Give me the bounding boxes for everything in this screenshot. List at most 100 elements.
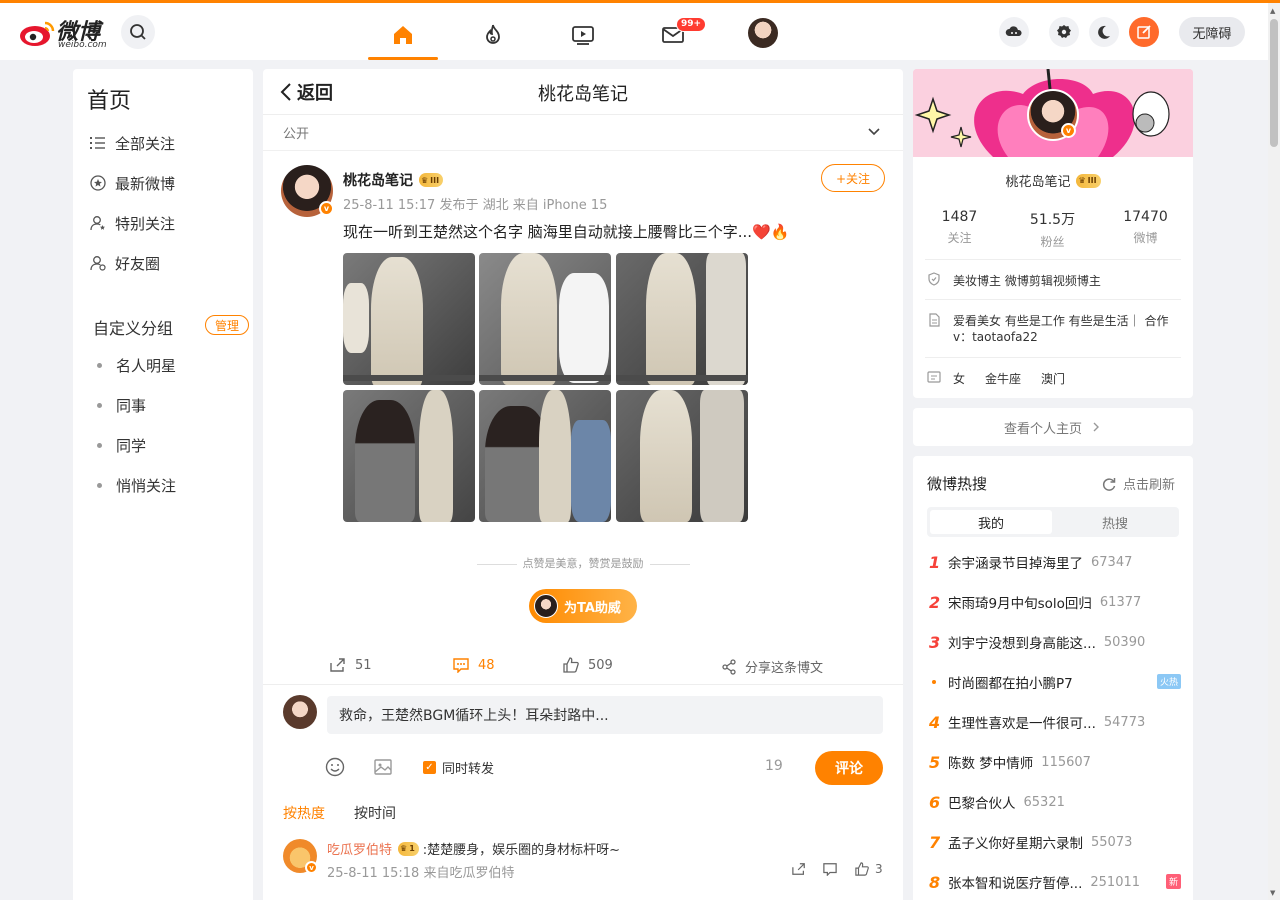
stat-posts[interactable]: 17470 微博 bbox=[1099, 209, 1192, 246]
hot-search-item[interactable]: 5 陈数 梦中情师 115607 bbox=[929, 750, 1181, 774]
comment-input[interactable]: 救命，王楚然BGM循环上头！耳朵封路中... bbox=[327, 696, 883, 734]
photo-thumbnail[interactable] bbox=[479, 253, 611, 385]
refresh-button[interactable]: 点击刷新 bbox=[1101, 474, 1175, 493]
hot-count: 50390 bbox=[1103, 634, 1146, 650]
share-button[interactable]: 分享这条博文 bbox=[721, 657, 823, 676]
comment-button[interactable]: 48 bbox=[452, 657, 495, 673]
chevron-left-icon bbox=[280, 83, 291, 101]
also-repost-label: 同时转发 bbox=[442, 762, 495, 777]
game-button[interactable] bbox=[999, 17, 1029, 47]
sidebar-item-friends[interactable]: 好友圈 bbox=[89, 252, 160, 274]
video-icon bbox=[572, 26, 594, 45]
hot-search-item[interactable]: 1 余宇涵录节目掉海里了 67347 bbox=[929, 550, 1181, 574]
group-item[interactable]: 悄悄关注 bbox=[97, 474, 176, 496]
compose-button[interactable] bbox=[1129, 17, 1159, 47]
hot-rank: 1 bbox=[929, 552, 941, 572]
submit-comment-button[interactable]: 评论 bbox=[815, 751, 883, 785]
hot-rank: 6 bbox=[929, 792, 941, 812]
scroll-thumb[interactable] bbox=[1270, 19, 1278, 147]
boost-button[interactable]: 为TA助威 bbox=[529, 589, 637, 623]
page-title: 桃花岛笔记 bbox=[538, 84, 628, 105]
photo-thumbnail[interactable] bbox=[616, 253, 748, 385]
hot-title: 时尚圈都在拍小鹏P7 bbox=[948, 676, 1073, 692]
visibility-selector[interactable]: 公开 bbox=[263, 115, 903, 151]
profile-name[interactable]: 桃花岛笔记 ♛ III bbox=[913, 171, 1193, 190]
nav-video[interactable] bbox=[548, 11, 618, 59]
also-repost-checkbox[interactable]: ✓ 同时转发 bbox=[423, 758, 494, 777]
tab-mine[interactable]: 我的 bbox=[930, 510, 1052, 534]
hot-search-item[interactable]: 6 巴黎合伙人 65321 bbox=[929, 790, 1181, 814]
sidebar-item-latest[interactable]: 最新微博 bbox=[89, 172, 175, 194]
settings-button[interactable] bbox=[1049, 17, 1079, 47]
page-scrollbar[interactable]: ▲ ▼ bbox=[1268, 3, 1280, 900]
author-name[interactable]: 桃花岛笔记 ♛ III bbox=[343, 170, 444, 190]
group-item[interactable]: 同学 bbox=[97, 434, 146, 456]
emoji-icon[interactable] bbox=[325, 757, 345, 781]
home-icon bbox=[394, 26, 412, 44]
user-group-icon bbox=[89, 254, 107, 272]
comment-toolbar: ✓ 同时转发 19 评论 bbox=[325, 751, 885, 785]
tab-hot[interactable]: 热搜 bbox=[1054, 510, 1176, 534]
photo-grid bbox=[343, 253, 749, 522]
hot-search-item[interactable]: 4 生理性喜欢是一件很可... 54773 bbox=[929, 710, 1181, 734]
comment-like-button[interactable]: 3 bbox=[854, 862, 883, 876]
sort-by-hot[interactable]: 按热度 bbox=[283, 803, 325, 823]
search-button[interactable] bbox=[121, 15, 155, 49]
stat-following[interactable]: 1487 关注 bbox=[913, 209, 1006, 246]
hot-count: 65321 bbox=[1023, 794, 1065, 810]
verified-icon: v bbox=[305, 861, 318, 874]
stat-fans[interactable]: 51.5万 粉丝 bbox=[1006, 209, 1099, 250]
image-icon[interactable] bbox=[373, 757, 393, 781]
divider bbox=[925, 357, 1181, 358]
hot-rank: 5 bbox=[929, 752, 941, 772]
vip-level: 1 bbox=[409, 844, 415, 853]
like-count: 509 bbox=[588, 657, 613, 673]
hot-title: 宋雨琦9月中旬solo回归 bbox=[948, 596, 1092, 612]
photo-thumbnail[interactable] bbox=[343, 253, 475, 385]
sidebar-item-special[interactable]: 特别关注 bbox=[89, 212, 175, 234]
view-profile-button[interactable]: 查看个人主页 bbox=[913, 408, 1193, 446]
photo-thumbnail[interactable] bbox=[616, 390, 748, 522]
hot-search-item[interactable]: 3 刘宇宁没想到身高能这... 50390 bbox=[929, 630, 1181, 654]
comment-repost-button[interactable] bbox=[791, 862, 807, 876]
view-profile-label: 查看个人主页 bbox=[1003, 421, 1082, 437]
stat-number: 1487 bbox=[941, 209, 978, 225]
scroll-down-icon[interactable]: ▼ bbox=[1270, 889, 1275, 897]
nav-hot[interactable] bbox=[458, 11, 528, 59]
accessibility-button[interactable]: 无障碍 bbox=[1179, 17, 1245, 47]
nav-home[interactable] bbox=[368, 11, 438, 60]
hot-search-item[interactable]: 7 孟子义你好星期六录制 55073 bbox=[929, 830, 1181, 854]
hot-search-item[interactable]: 8 张本智和说医疗暂停... 251011 新 bbox=[929, 870, 1181, 894]
group-item[interactable]: 同事 bbox=[97, 394, 146, 416]
vip-level: III bbox=[430, 175, 440, 185]
promoted-dot-icon bbox=[929, 680, 948, 684]
nav-user-avatar[interactable] bbox=[748, 18, 778, 48]
hot-search-item[interactable]: 时尚圈都在拍小鹏P7 火热 bbox=[929, 670, 1181, 694]
back-button[interactable]: 返回 bbox=[279, 79, 333, 105]
photo-thumbnail[interactable] bbox=[343, 390, 475, 522]
hot-title: 巴黎合伙人 bbox=[948, 796, 1016, 812]
user-star-icon bbox=[89, 214, 107, 232]
visibility-label: 公开 bbox=[283, 127, 310, 142]
manage-groups-button[interactable]: 管理 bbox=[205, 315, 249, 335]
profile-location: 澳门 bbox=[1041, 372, 1066, 386]
shield-icon bbox=[927, 272, 941, 289]
hot-rank: 4 bbox=[929, 712, 941, 732]
photo-thumbnail[interactable] bbox=[479, 390, 611, 522]
comment-reply-button[interactable] bbox=[822, 862, 838, 876]
hot-search-item[interactable]: 2 宋雨琦9月中旬solo回归 61377 bbox=[929, 590, 1181, 614]
like-button[interactable]: 509 bbox=[562, 657, 613, 673]
moon-icon bbox=[1098, 25, 1110, 39]
scroll-up-icon[interactable]: ▲ bbox=[1270, 7, 1275, 15]
dark-mode-button[interactable] bbox=[1089, 17, 1119, 47]
sort-by-time[interactable]: 按时间 bbox=[354, 803, 396, 823]
follow-button[interactable]: +关注 bbox=[821, 164, 885, 192]
group-item[interactable]: 名人明星 bbox=[97, 354, 176, 376]
weibo-logo[interactable]: 微博 weibo.com bbox=[18, 13, 110, 51]
repost-button[interactable]: 51 bbox=[329, 657, 372, 673]
hot-count: 54773 bbox=[1103, 714, 1146, 730]
commenter-name[interactable]: 吃瓜罗伯特 bbox=[327, 839, 392, 858]
repost-icon bbox=[329, 657, 347, 673]
nav-messages[interactable]: 99+ bbox=[638, 11, 708, 59]
sidebar-item-all-follow[interactable]: 全部关注 bbox=[89, 132, 175, 154]
